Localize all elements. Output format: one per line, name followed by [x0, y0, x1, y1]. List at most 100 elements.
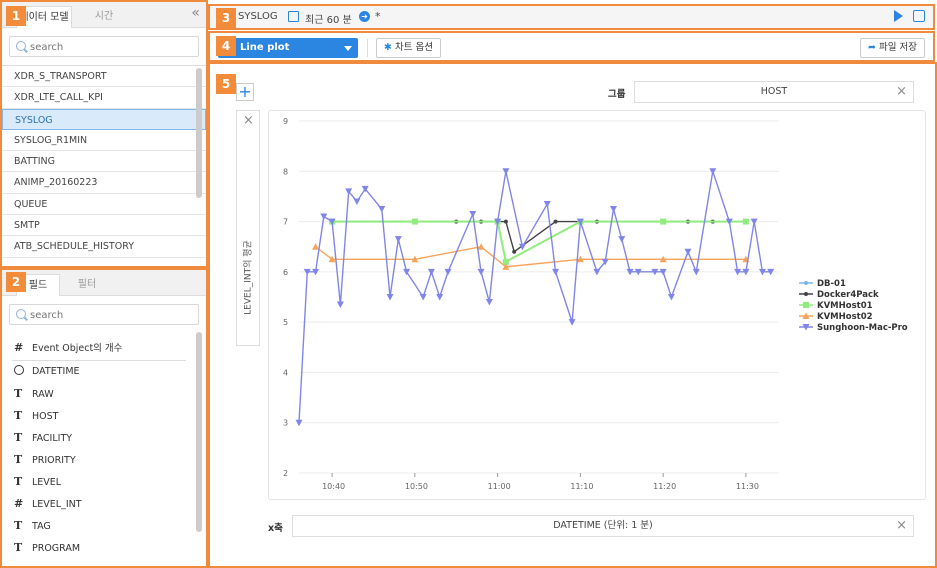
- field-name: LEVEL: [32, 477, 62, 488]
- y-tick-label: 5: [283, 318, 288, 327]
- clock-icon: [14, 365, 24, 375]
- field-name: DATETIME: [32, 366, 80, 377]
- data-point: [469, 211, 477, 218]
- data-model-tabs: 데이터 모델 시간 «: [2, 2, 206, 28]
- text-type-icon: T: [14, 475, 23, 488]
- field-item[interactable]: # Event Object의 개수: [12, 335, 186, 361]
- data-point: [543, 200, 551, 208]
- arrow-right-icon[interactable]: ➔: [359, 11, 370, 22]
- x-axis-field[interactable]: DATETIME (단위: 1 분) ×: [292, 515, 914, 537]
- search-icon: [16, 41, 26, 51]
- legend-label: KVMHost02: [817, 312, 873, 322]
- data-point: [312, 243, 320, 250]
- field-item[interactable]: T PRIORITY: [2, 449, 206, 471]
- y-axis-field[interactable]: × LEVEL_INT의 평균: [236, 110, 260, 346]
- field-item[interactable]: DATETIME: [2, 361, 206, 383]
- group-field[interactable]: HOST ×: [634, 81, 914, 103]
- badge-4: 4: [216, 36, 236, 56]
- dataset-title[interactable]: SYSLOG: [238, 11, 278, 22]
- field-item[interactable]: T LEVEL: [2, 471, 206, 493]
- y-tick-label: 6: [283, 268, 288, 277]
- data-point: [320, 213, 328, 221]
- chart-type-label: Line plot: [240, 42, 290, 53]
- close-icon[interactable]: ×: [896, 82, 907, 102]
- x-tick-label: 11:20: [653, 482, 676, 491]
- data-point: [553, 219, 558, 224]
- add-icon[interactable]: +: [236, 83, 254, 101]
- gear-icon: ✱: [384, 42, 392, 53]
- field-name: Event Object의 개수: [32, 343, 123, 354]
- chart-options-button[interactable]: ✱ 차트 옵션: [376, 38, 441, 58]
- field-search-input[interactable]: [30, 307, 200, 323]
- tab-time[interactable]: 시간: [74, 6, 134, 28]
- field-name: PROGRAM: [32, 543, 81, 554]
- y-tick-label: 3: [283, 419, 288, 428]
- data-point: [804, 281, 808, 285]
- field-name: TAG: [32, 521, 51, 532]
- field-item[interactable]: T RAW: [2, 383, 206, 405]
- tab-filters[interactable]: 필터: [60, 274, 114, 296]
- play-icon[interactable]: [894, 10, 903, 22]
- field-item[interactable]: T FACILITY: [2, 427, 206, 449]
- text-type-icon: T: [14, 409, 23, 422]
- field-item[interactable]: T PROGRAM: [2, 537, 206, 559]
- data-point: [803, 302, 809, 308]
- list-item[interactable]: SYSLOG_R1MIN: [2, 130, 206, 152]
- chart-type-select[interactable]: Line plot: [218, 38, 358, 58]
- badge-2: 2: [6, 272, 26, 292]
- badge-1: 1: [6, 6, 26, 26]
- calendar-icon: [288, 11, 299, 22]
- x-axis-label: x축: [268, 523, 283, 534]
- field-item[interactable]: T HOST: [2, 405, 206, 427]
- data-point: [485, 299, 493, 306]
- chart-area: + 그룹 HOST × × LEVEL_INT의 평균 2 3 4 5 6 7 8 9 10:4…: [208, 62, 937, 568]
- model-list: XDR_S_TRANSPORT XDR_LTE_CALL_KPI SYSLOG SYS…: [2, 65, 206, 258]
- field-list: # Event Object의 개수 DATETIME T RAW T HOST T FACIL…: [2, 333, 206, 559]
- list-item[interactable]: SMTP: [2, 215, 206, 237]
- query-star: *: [375, 10, 381, 23]
- list-item[interactable]: QUEUE: [2, 194, 206, 216]
- field-item[interactable]: # LEVEL_INT: [2, 493, 206, 515]
- model-scrollbar[interactable]: [196, 68, 202, 198]
- data-point: [609, 206, 617, 213]
- series-line: [298, 171, 771, 423]
- y-tick-label: 8: [283, 167, 288, 176]
- list-item[interactable]: BATTING: [2, 151, 206, 173]
- x-tick-label: 11:30: [736, 482, 759, 491]
- toolbar-divider: [367, 39, 368, 57]
- time-range[interactable]: 최근 60 분: [305, 11, 352, 26]
- y-tick-label: 4: [283, 368, 288, 377]
- text-type-icon: T: [14, 453, 23, 466]
- field-name: HOST: [32, 411, 59, 422]
- list-item[interactable]: ANIMP_20160223: [2, 172, 206, 194]
- field-panel: 필드 필터 # Event Object의 개수 DATETIME T RAW T HOST…: [0, 268, 208, 568]
- field-name: LEVEL_INT: [32, 499, 82, 510]
- data-point: [436, 294, 444, 301]
- data-point: [512, 249, 517, 254]
- close-icon[interactable]: ×: [896, 516, 907, 536]
- data-model-panel: 데이터 모델 시간 « XDR_S_TRANSPORTXDR_LTE_CALL_…: [0, 0, 208, 268]
- list-item[interactable]: SYSLOG: [2, 108, 206, 130]
- external-link-icon[interactable]: [913, 10, 925, 22]
- y-axis-label: LEVEL_INT의 평균: [243, 240, 254, 315]
- model-search[interactable]: [9, 36, 200, 57]
- save-file-button[interactable]: ➦ 파일 저장: [860, 38, 925, 58]
- data-point: [742, 218, 749, 225]
- field-scrollbar[interactable]: [196, 332, 202, 532]
- badge-5: 5: [216, 74, 236, 94]
- chevron-down-icon: [344, 46, 352, 51]
- collapse-icon[interactable]: «: [191, 5, 200, 21]
- list-item[interactable]: ATB_SCHEDULE_HISTORY: [2, 236, 206, 258]
- data-point: [394, 236, 402, 243]
- model-search-input[interactable]: [30, 39, 200, 55]
- data-point: [667, 294, 675, 301]
- field-search[interactable]: [9, 304, 200, 325]
- field-name: RAW: [32, 389, 54, 400]
- field-item[interactable]: T TAG: [2, 515, 206, 537]
- list-item[interactable]: XDR_LTE_CALL_KPI: [2, 87, 206, 109]
- x-tick-label: 10:40: [322, 482, 345, 491]
- list-item[interactable]: XDR_S_TRANSPORT: [2, 66, 206, 88]
- close-icon[interactable]: ×: [243, 113, 254, 128]
- text-type-icon: T: [14, 541, 23, 554]
- query-bar: SYSLOG 최근 60 분 ➔ *: [208, 4, 935, 30]
